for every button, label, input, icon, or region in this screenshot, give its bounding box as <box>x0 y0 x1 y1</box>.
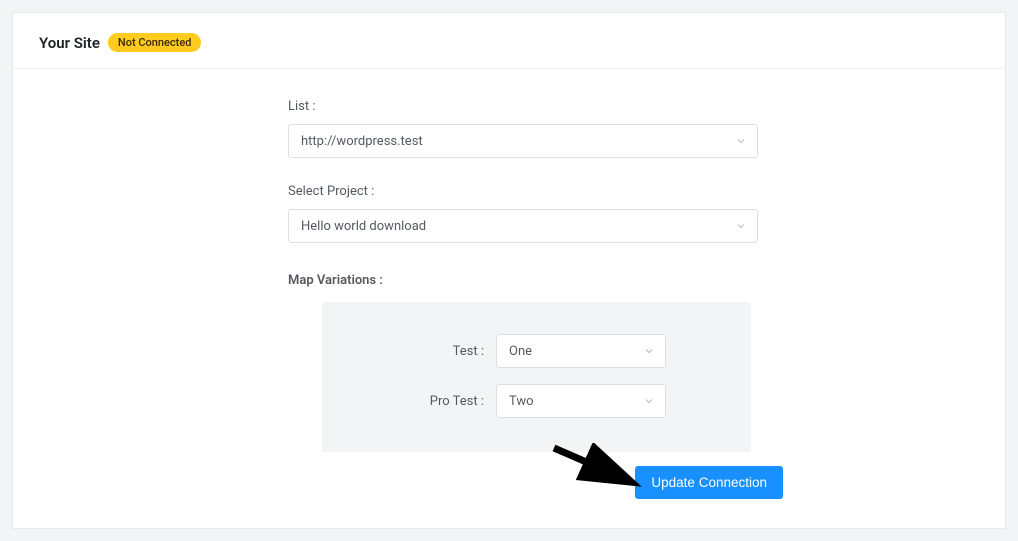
list-select[interactable]: http://wordpress.test <box>288 124 758 158</box>
variation-row-label: Pro Test : <box>356 394 496 409</box>
update-connection-button[interactable]: Update Connection <box>635 466 783 499</box>
project-field: Select Project : Hello world download <box>288 184 758 243</box>
variation-row: Pro Test : Two <box>356 384 717 418</box>
variations-box: Test : One Pro Test : Two <box>322 302 751 452</box>
project-select[interactable]: Hello world download <box>288 209 758 243</box>
form-area: List : http://wordpress.test Select Proj… <box>288 69 758 519</box>
panel-header: Your Site Not Connected <box>13 13 1005 69</box>
variation-row: Test : One <box>356 334 717 368</box>
variation-select-value: One <box>509 344 532 359</box>
chevron-down-icon <box>643 395 655 407</box>
list-select-value: http://wordpress.test <box>301 134 423 149</box>
list-field: List : http://wordpress.test <box>288 99 758 158</box>
button-row: Update Connection <box>288 466 783 499</box>
settings-panel: Your Site Not Connected List : http://wo… <box>12 12 1006 529</box>
variation-select-test[interactable]: One <box>496 334 666 368</box>
variation-select-protest[interactable]: Two <box>496 384 666 418</box>
project-label: Select Project : <box>288 184 758 199</box>
status-badge: Not Connected <box>108 33 202 52</box>
chevron-down-icon <box>643 345 655 357</box>
variations-label: Map Variations : <box>288 273 758 288</box>
chevron-down-icon <box>735 135 747 147</box>
variation-row-label: Test : <box>356 344 496 359</box>
project-select-value: Hello world download <box>301 219 426 234</box>
chevron-down-icon <box>735 220 747 232</box>
list-label: List : <box>288 99 758 114</box>
page-title: Your Site <box>39 34 100 52</box>
variation-select-value: Two <box>509 394 534 409</box>
